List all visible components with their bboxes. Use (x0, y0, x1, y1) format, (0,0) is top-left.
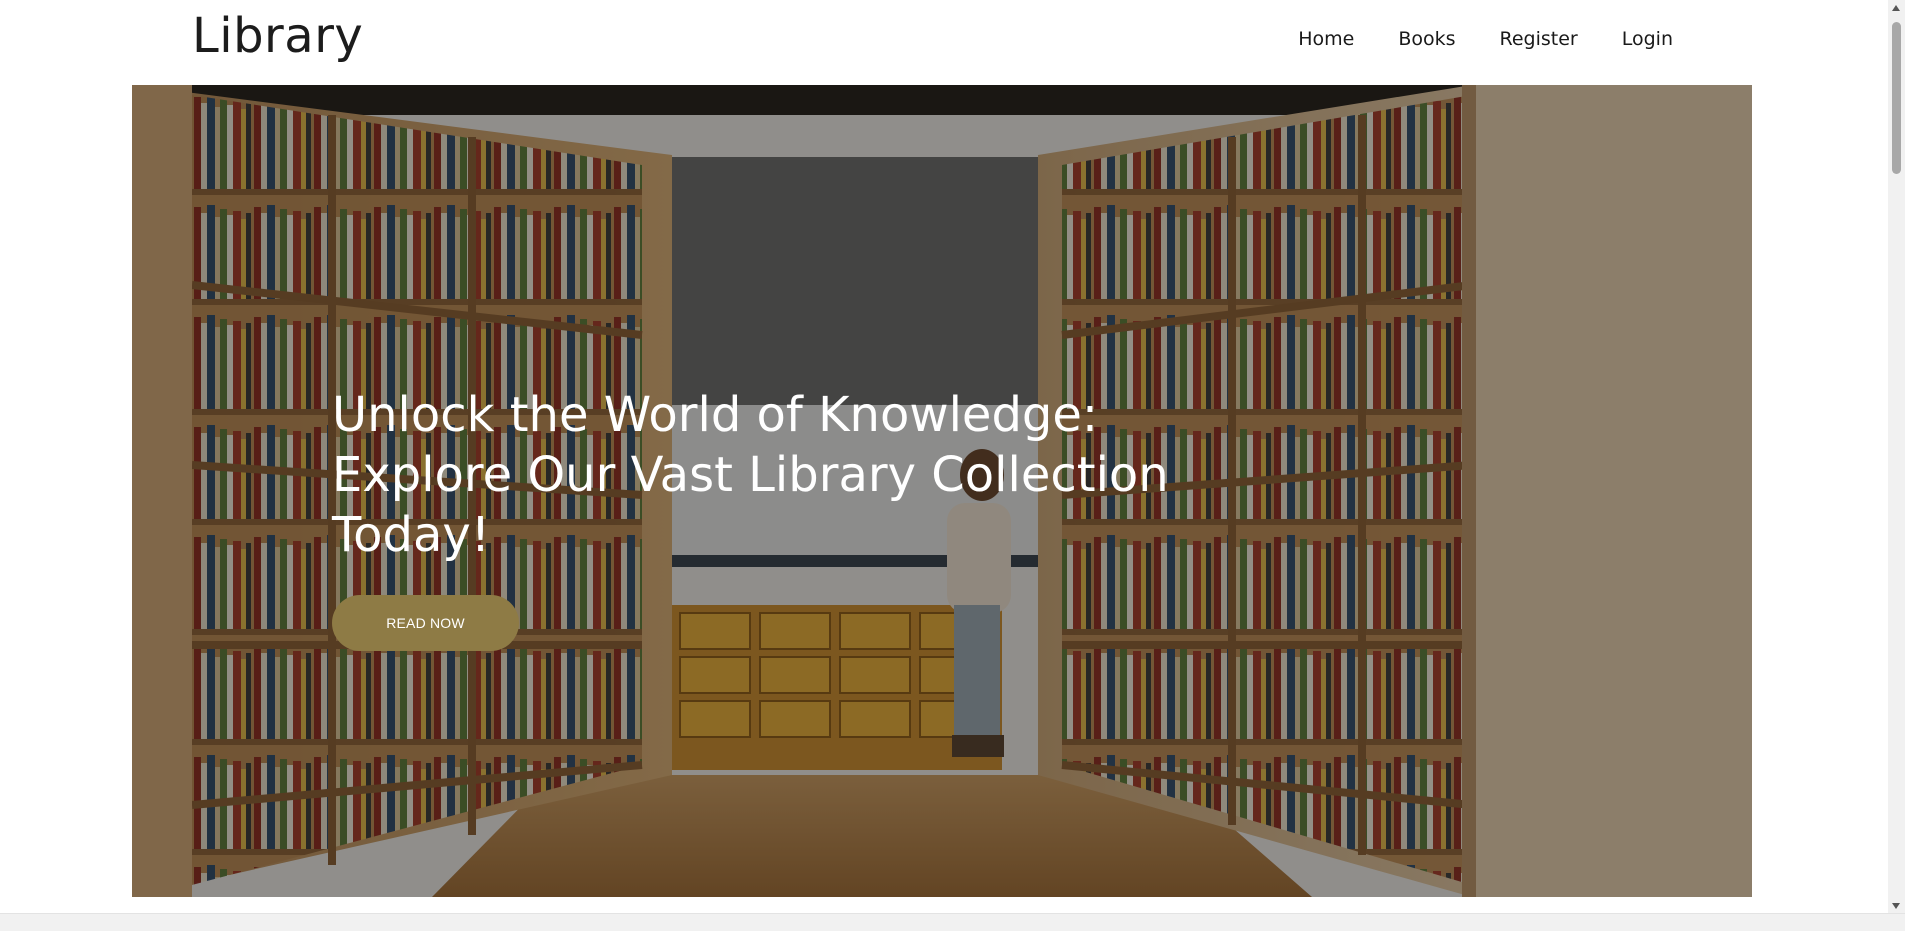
hero-title: Unlock the World of Knowledge: Explore O… (332, 387, 1169, 563)
site-header: Library Home Books Register Login (0, 0, 1888, 85)
hero-banner: Unlock the World of Knowledge: Explore O… (132, 85, 1752, 897)
vertical-scrollbar[interactable] (1888, 0, 1905, 914)
scroll-down-arrow-icon[interactable] (1892, 903, 1900, 909)
main-nav: Home Books Register Login (1298, 28, 1673, 50)
nav-login[interactable]: Login (1622, 28, 1673, 50)
read-now-button[interactable]: READ NOW (332, 595, 519, 651)
scrollbar-thumb[interactable] (1892, 22, 1901, 174)
nav-register[interactable]: Register (1500, 28, 1578, 50)
scroll-up-arrow-icon[interactable] (1892, 5, 1900, 11)
brand-logo[interactable]: Library (192, 8, 363, 64)
horizontal-scrollbar[interactable] (0, 913, 1905, 931)
nav-books[interactable]: Books (1398, 28, 1455, 50)
nav-home[interactable]: Home (1298, 28, 1354, 50)
page: Library Home Books Register Login Unlock… (0, 0, 1905, 931)
